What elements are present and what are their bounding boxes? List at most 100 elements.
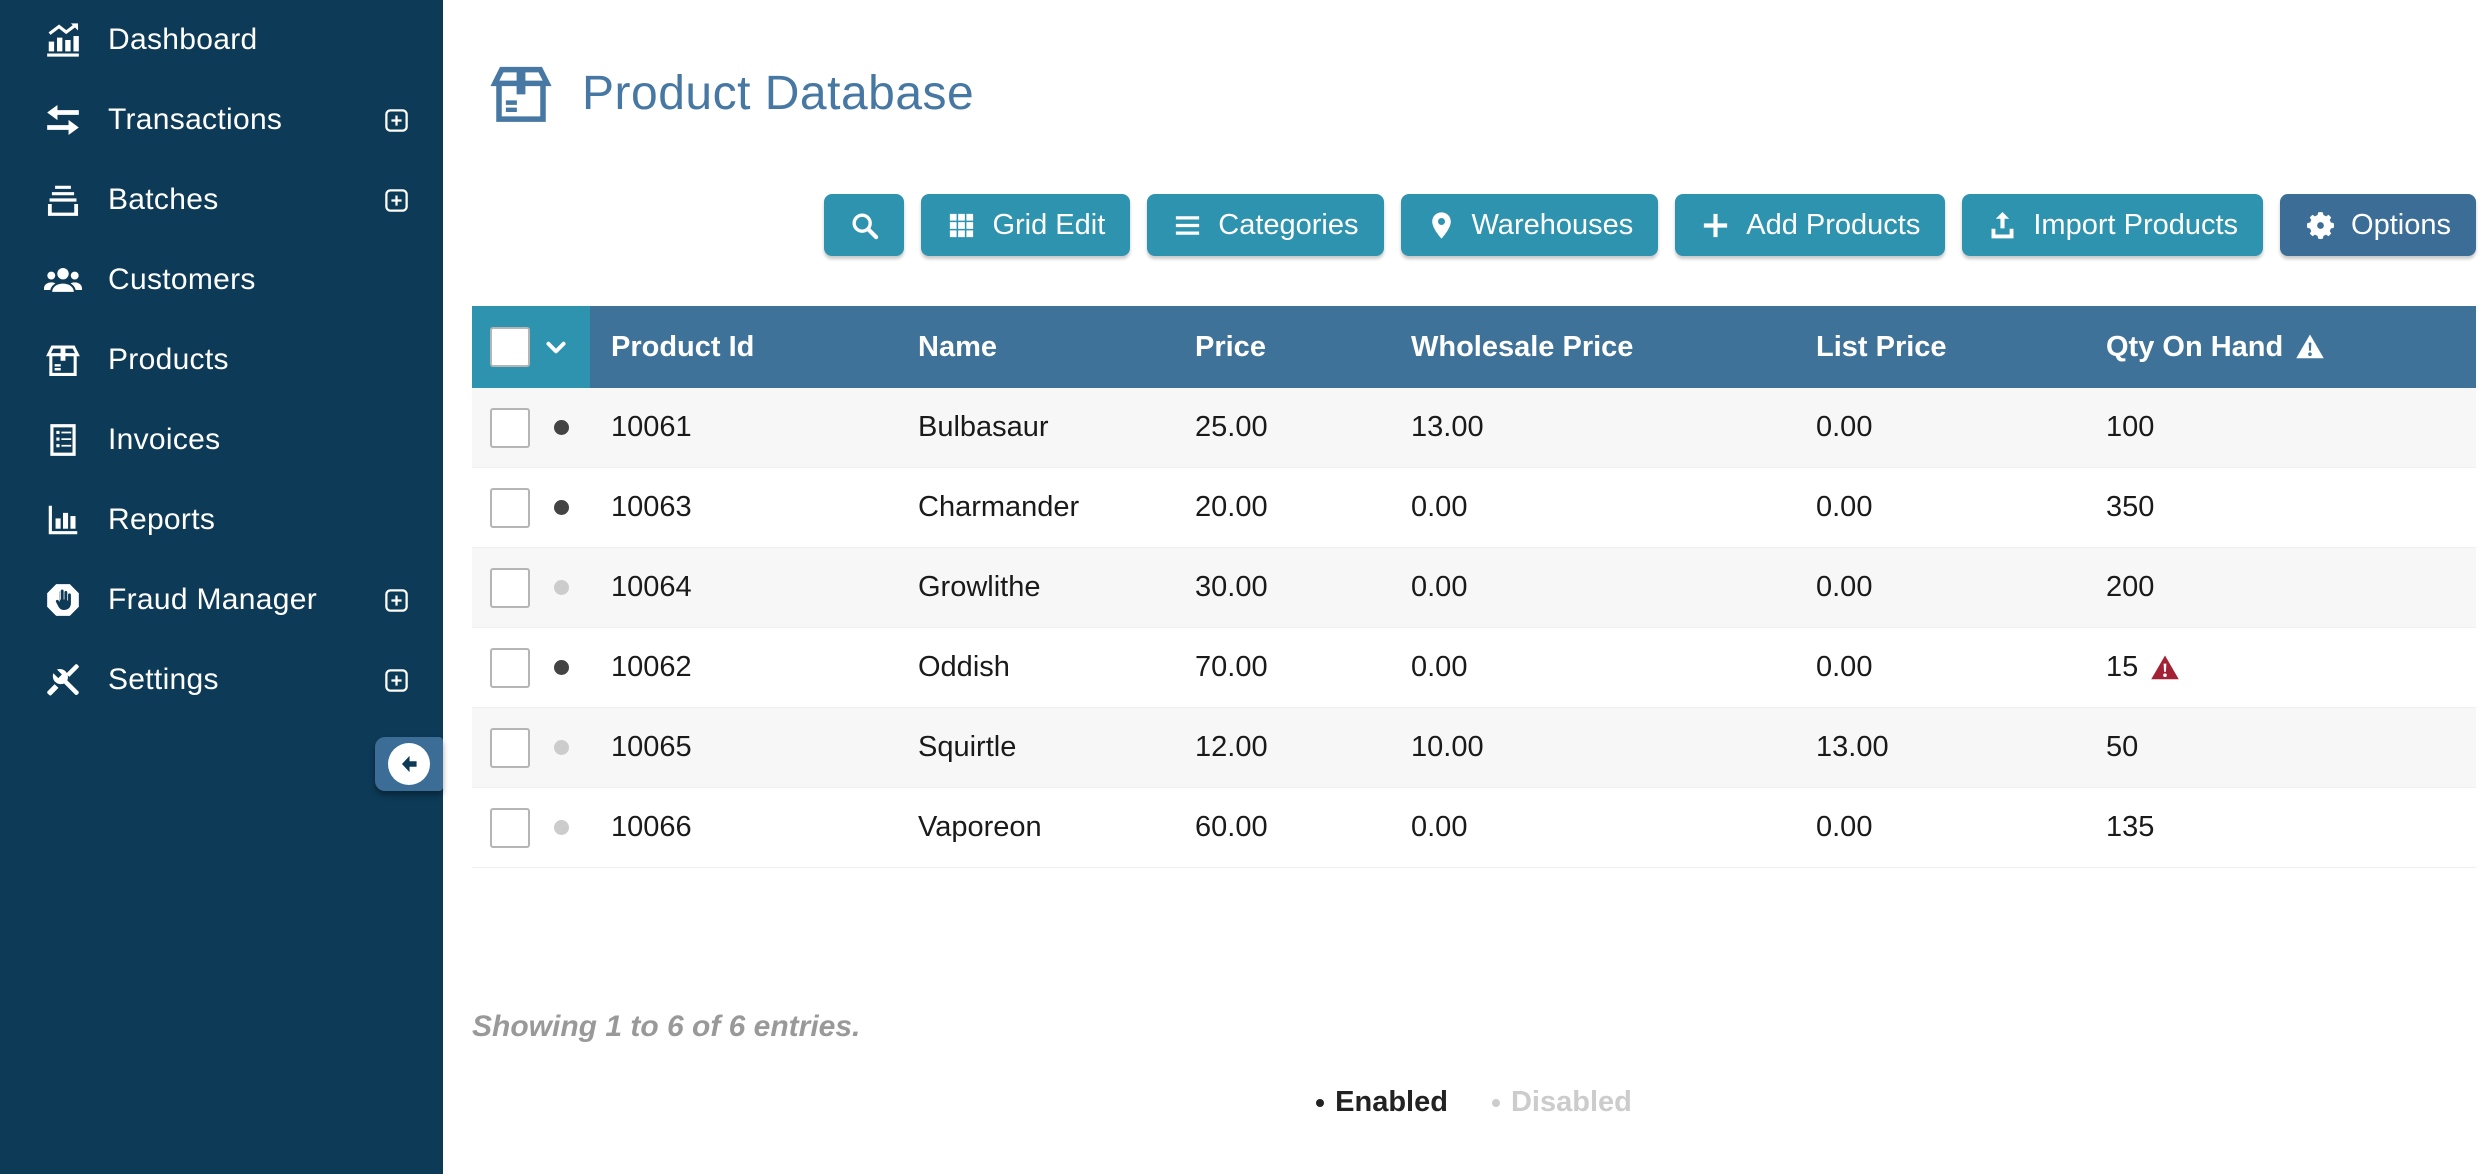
- product-box-icon: [488, 58, 554, 128]
- sidebar-item-reports[interactable]: Reports: [0, 480, 443, 560]
- button-label: Add Products: [1746, 209, 1920, 242]
- button-label: Import Products: [2033, 209, 2238, 242]
- table-row[interactable]: 10065Squirtle12.0010.0013.0050: [472, 708, 2476, 788]
- entries-summary: Showing 1 to 6 of 6 entries.: [472, 1010, 2476, 1044]
- column-header-price[interactable]: Price: [1195, 331, 1411, 364]
- main-content: Product Database Grid Edit Categories Ware…: [443, 0, 2488, 1174]
- grid-icon: [946, 210, 977, 241]
- column-header-qty-on-hand[interactable]: Qty On Hand: [2106, 331, 2476, 364]
- cell-qty-on-hand: 200: [2106, 571, 2476, 604]
- sidebar: Dashboard Transactions Batches Customers Pro…: [0, 0, 443, 1174]
- sidebar-nav: Dashboard Transactions Batches Customers Pro…: [0, 0, 443, 720]
- sidebar-item-dashboard[interactable]: Dashboard: [0, 0, 443, 80]
- dashboard-icon: [40, 20, 86, 60]
- legend-disabled-label: Disabled: [1511, 1086, 1632, 1119]
- cell-price: 25.00: [1195, 411, 1411, 444]
- settings-icon: [40, 660, 86, 700]
- transactions-icon: [40, 100, 86, 140]
- warehouses-button[interactable]: Warehouses: [1401, 194, 1659, 256]
- status-dot: [554, 660, 569, 675]
- cell-wholesale-price: 0.00: [1411, 811, 1816, 844]
- customers-icon: [40, 260, 86, 300]
- cell-product-id: 10064: [590, 571, 918, 604]
- sidebar-item-label: Fraud Manager: [108, 583, 317, 617]
- page-title: Product Database: [582, 66, 974, 121]
- page-header: Product Database: [488, 58, 2476, 128]
- categories-button[interactable]: Categories: [1147, 194, 1383, 256]
- grid-edit-button[interactable]: Grid Edit: [921, 194, 1130, 256]
- cell-list-price: 0.00: [1816, 811, 2106, 844]
- column-header-product-id[interactable]: Product Id: [590, 331, 918, 364]
- add-products-button[interactable]: Add Products: [1675, 194, 1945, 256]
- options-button[interactable]: Options: [2280, 194, 2476, 256]
- legend-disabled: Disabled: [1492, 1086, 1632, 1119]
- cell-qty-on-hand: 15: [2106, 651, 2476, 684]
- button-label: Warehouses: [1472, 209, 1634, 242]
- table-row[interactable]: 10064Growlithe30.000.000.00200: [472, 548, 2476, 628]
- search-button[interactable]: [824, 194, 904, 256]
- sidebar-item-label: Transactions: [108, 103, 282, 137]
- table-row[interactable]: 10063Charmander20.000.000.00350: [472, 468, 2476, 548]
- qty-value: 100: [2106, 411, 2154, 444]
- sidebar-item-transactions[interactable]: Transactions: [0, 80, 443, 160]
- table-row[interactable]: 10062Oddish70.000.000.0015: [472, 628, 2476, 708]
- sidebar-item-fraud-manager[interactable]: Fraud Manager: [0, 560, 443, 640]
- cell-name: Growlithe: [918, 571, 1195, 604]
- expand-plus-icon[interactable]: [383, 107, 410, 134]
- select-all-cell: [472, 306, 590, 388]
- sidebar-item-products[interactable]: Products: [0, 320, 443, 400]
- column-header-wholesale-price[interactable]: Wholesale Price: [1411, 331, 1816, 364]
- products-icon: [40, 340, 86, 380]
- row-checkbox[interactable]: [490, 488, 530, 528]
- plus-icon: [1700, 210, 1731, 241]
- gear-icon: [2305, 210, 2336, 241]
- cell-name: Vaporeon: [918, 811, 1195, 844]
- button-label: Options: [2351, 209, 2451, 242]
- table-row[interactable]: 10061Bulbasaur25.0013.000.00100: [472, 388, 2476, 468]
- cell-wholesale-price: 0.00: [1411, 651, 1816, 684]
- sidebar-item-invoices[interactable]: Invoices: [0, 400, 443, 480]
- app-root: Dashboard Transactions Batches Customers Pro…: [0, 0, 2488, 1174]
- enabled-dot-icon: [1316, 1099, 1324, 1107]
- qty-value: 15: [2106, 651, 2138, 684]
- row-select-cell: [472, 568, 590, 608]
- button-label: Categories: [1218, 209, 1358, 242]
- select-all-checkbox[interactable]: [490, 327, 530, 367]
- sidebar-item-label: Batches: [108, 183, 219, 217]
- expand-plus-icon[interactable]: [383, 667, 410, 694]
- cell-price: 60.00: [1195, 811, 1411, 844]
- import-products-button[interactable]: Import Products: [1962, 194, 2263, 256]
- qty-value: 50: [2106, 731, 2138, 764]
- qty-value: 135: [2106, 811, 2154, 844]
- cell-qty-on-hand: 50: [2106, 731, 2476, 764]
- sidebar-item-batches[interactable]: Batches: [0, 160, 443, 240]
- column-header-list-price[interactable]: List Price: [1816, 331, 2106, 364]
- cell-product-id: 10065: [590, 731, 918, 764]
- column-header-name[interactable]: Name: [918, 331, 1195, 364]
- sidebar-item-customers[interactable]: Customers: [0, 240, 443, 320]
- row-checkbox[interactable]: [490, 808, 530, 848]
- cell-wholesale-price: 13.00: [1411, 411, 1816, 444]
- cell-list-price: 13.00: [1816, 731, 2106, 764]
- row-checkbox[interactable]: [490, 728, 530, 768]
- table-row[interactable]: 10066Vaporeon60.000.000.00135: [472, 788, 2476, 868]
- fraud-manager-icon: [40, 580, 86, 620]
- sidebar-item-settings[interactable]: Settings: [0, 640, 443, 720]
- status-dot: [554, 740, 569, 755]
- chevron-down-icon[interactable]: [543, 334, 569, 360]
- sidebar-item-label: Products: [108, 343, 229, 377]
- cell-price: 20.00: [1195, 491, 1411, 524]
- cell-name: Charmander: [918, 491, 1195, 524]
- qty-header-label: Qty On Hand: [2106, 331, 2283, 364]
- legend-enabled-label: Enabled: [1335, 1086, 1448, 1119]
- invoices-icon: [40, 420, 86, 460]
- expand-plus-icon[interactable]: [383, 587, 410, 614]
- sidebar-collapse-button[interactable]: [375, 737, 443, 791]
- sidebar-item-label: Customers: [108, 263, 256, 297]
- table-header-row: Product Id Name Price Wholesale Price Li…: [472, 306, 2476, 388]
- list-icon: [1172, 210, 1203, 241]
- row-checkbox[interactable]: [490, 568, 530, 608]
- row-checkbox[interactable]: [490, 648, 530, 688]
- row-checkbox[interactable]: [490, 408, 530, 448]
- expand-plus-icon[interactable]: [383, 187, 410, 214]
